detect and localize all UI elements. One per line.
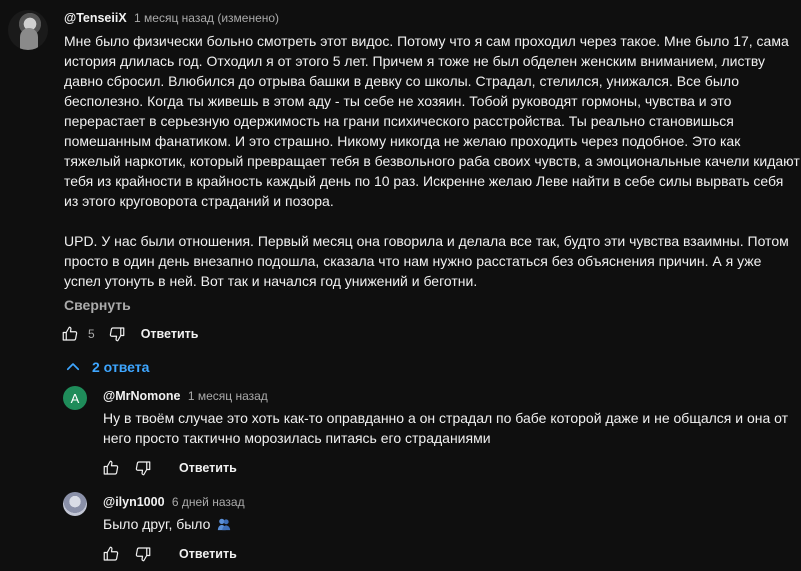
chevron-up-icon <box>66 363 80 371</box>
like-button[interactable] <box>99 456 123 480</box>
reply-button[interactable]: Ответить <box>141 327 199 341</box>
comment-actions: 5 Ответить <box>58 322 198 346</box>
avatar[interactable]: A <box>63 386 87 410</box>
thumbs-up-icon <box>62 326 78 341</box>
thumbs-up-icon <box>103 546 119 561</box>
dislike-button[interactable] <box>131 542 155 566</box>
reply-text: Ну в твоём случае это хоть как-то оправд… <box>103 410 789 446</box>
reply-author[interactable]: @ilyn1000 <box>103 495 165 509</box>
reply-actions: Ответить <box>99 456 237 480</box>
reply-timestamp[interactable]: 6 дней назад <box>172 495 245 509</box>
dislike-button[interactable] <box>105 322 129 346</box>
like-button[interactable] <box>99 542 123 566</box>
replies-count-label: 2 ответа <box>92 359 150 375</box>
thumbs-down-icon <box>135 461 151 476</box>
comment-paragraph: Мне было физически больно смотреть этот … <box>64 33 800 209</box>
reply-header: @MrNomone 1 месяц назад <box>103 389 268 403</box>
avatar[interactable] <box>63 492 87 516</box>
reply-timestamp[interactable]: 1 месяц назад <box>188 389 268 403</box>
people-hugging-icon <box>218 518 231 531</box>
dislike-button[interactable] <box>131 456 155 480</box>
like-count: 5 <box>88 327 95 341</box>
reply-text-container: Было друг, было <box>103 514 797 534</box>
reply-button[interactable]: Ответить <box>179 461 237 475</box>
reply-author[interactable]: @MrNomone <box>103 389 180 403</box>
avatar-letter: A <box>70 390 80 406</box>
reply-text: Было друг, было <box>103 516 211 532</box>
comment-header: @TenseiiX 1 месяц назад (изменено) <box>64 11 279 25</box>
comment-text: Мне было физически больно смотреть этот … <box>64 31 800 291</box>
like-button[interactable] <box>58 322 82 346</box>
reply-actions: Ответить <box>99 542 237 566</box>
collapse-button[interactable]: Свернуть <box>64 297 131 313</box>
thumbs-down-icon <box>109 327 125 342</box>
comment-author[interactable]: @TenseiiX <box>64 11 127 25</box>
comment-timestamp[interactable]: 1 месяц назад (изменено) <box>134 11 279 25</box>
avatar[interactable] <box>8 10 48 50</box>
thumbs-down-icon <box>135 547 151 562</box>
reply-header: @ilyn1000 6 дней назад <box>103 495 245 509</box>
replies-toggle[interactable]: 2 ответа <box>64 358 149 376</box>
reply-button[interactable]: Ответить <box>179 547 237 561</box>
thumbs-up-icon <box>103 460 119 475</box>
comment-paragraph-upd: UPD. У нас были отношения. Первый месяц … <box>64 233 789 289</box>
